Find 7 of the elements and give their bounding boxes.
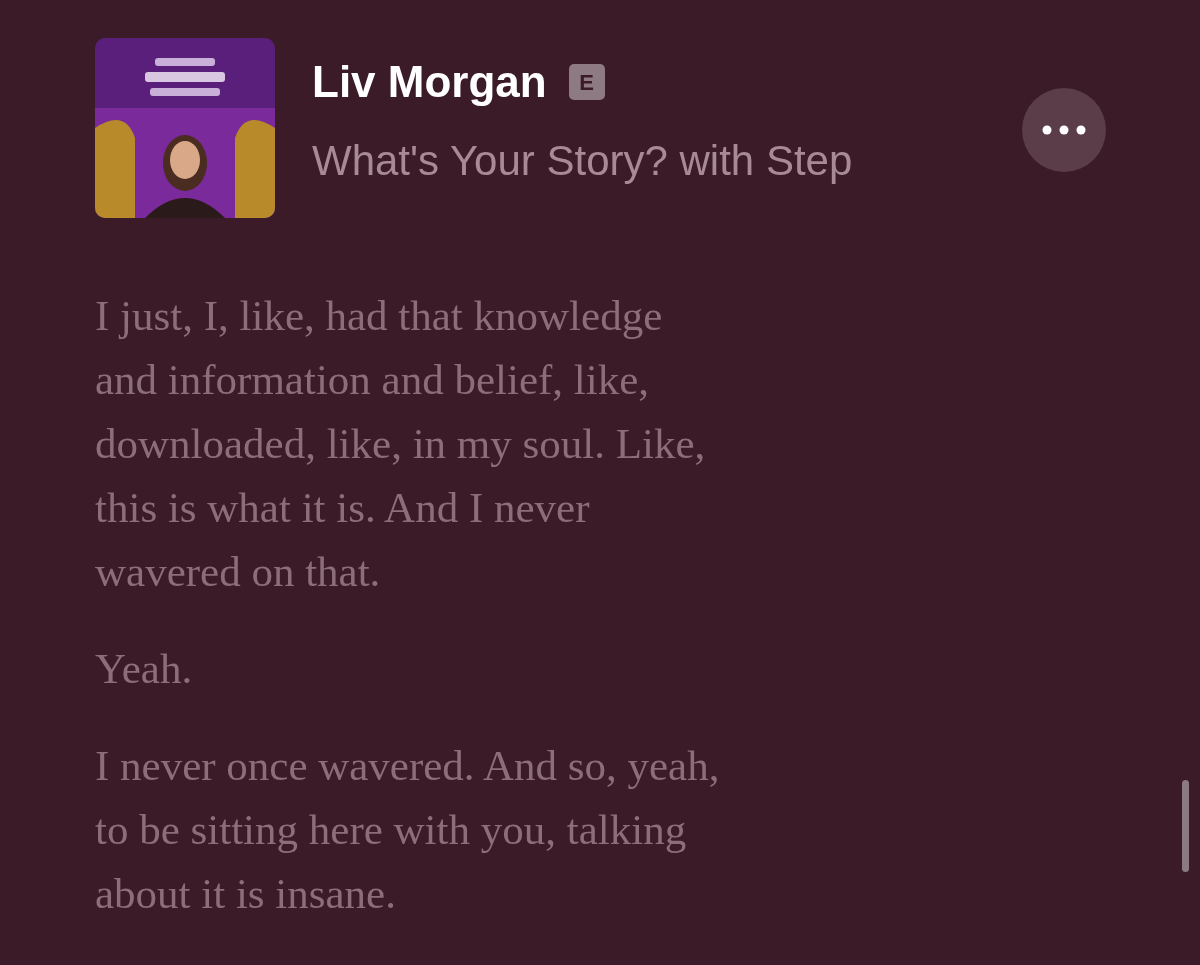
podcast-title: What's Your Story? with Step [312, 140, 853, 182]
explicit-badge: E [568, 64, 605, 100]
episode-title: Liv Morgan [312, 60, 547, 104]
transcript-paragraph: I never once wavered. And so, yeah, to be sitting here with you, talking about it is insane. [95, 741, 720, 919]
transcript-paragraph: I just, I, like, had that knowledge and information and belief, like, downloaded, like, in my soul. Like, this is what it is. And I never wavered on that. [95, 291, 706, 597]
transcript-paragraph: Yeah. [95, 644, 193, 694]
ellipsis-icon [1042, 125, 1086, 135]
